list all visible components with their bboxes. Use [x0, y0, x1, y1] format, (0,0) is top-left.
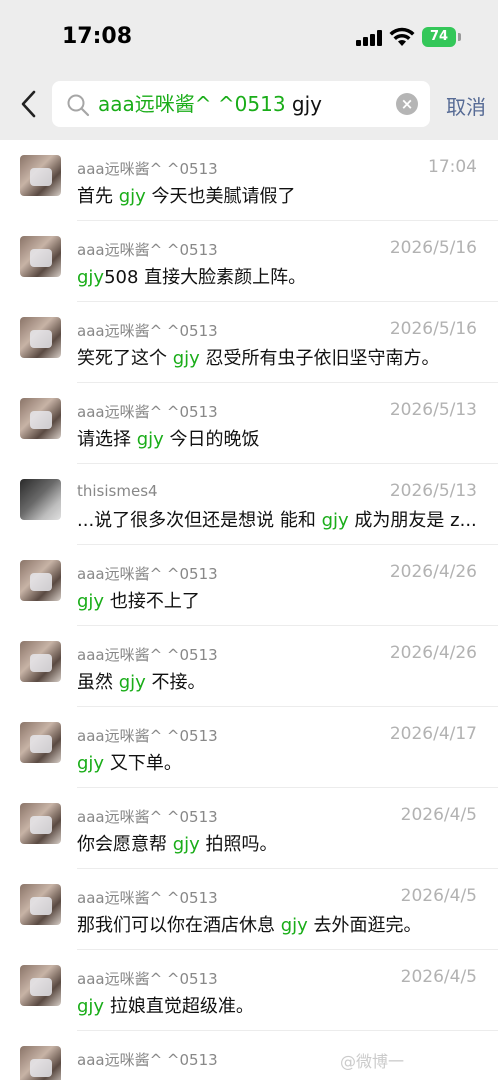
sender-name: thisismes4: [77, 482, 158, 500]
message-date: 2026/5/16: [389, 238, 477, 258]
message-snippet: 那我们可以你在酒店休息 gjy 去外面逛完。: [77, 915, 422, 936]
message-date: 2026/5/13: [389, 481, 477, 501]
sender-name: aaa远咪酱^ ^0513: [77, 403, 218, 421]
avatar: [20, 803, 61, 844]
clear-icon[interactable]: ×: [396, 93, 418, 115]
message-snippet: gjy 也接不上了: [77, 591, 200, 612]
sender-name: aaa远咪酱^ ^0513: [77, 970, 218, 988]
sender-name: aaa远咪酱^ ^0513: [77, 565, 218, 583]
message-date: 2026/4/5: [400, 886, 477, 906]
watermark: @微博一: [340, 1052, 405, 1071]
message-date: 2026/5/13: [389, 400, 477, 420]
status-bar: 17:08 74: [0, 0, 498, 74]
sender-name: aaa远咪酱^ ^0513: [77, 727, 218, 745]
search-query[interactable]: aaa远咪酱^ ^0513 gjy: [98, 92, 322, 116]
message-snippet: ...说了很多次但还是想说 能和 gjy 成为朋友是 z...: [77, 510, 477, 531]
avatar: [20, 722, 61, 763]
avatar: [20, 641, 61, 682]
sender-name: aaa远咪酱^ ^0513: [77, 808, 218, 826]
list-item[interactable]: aaa远咪酱^ ^0513 2026/4/5 你会愿意帮 gjy 拍照吗。: [0, 788, 498, 869]
avatar: [20, 560, 61, 601]
message-date: 17:04: [428, 157, 477, 177]
search-query-keyword: gjy: [285, 92, 322, 116]
list-item[interactable]: aaa远咪酱^ ^0513 2026/5/13 请选择 gjy 今日的晚饭: [0, 383, 498, 464]
list-item[interactable]: aaa远咪酱^ ^0513 2026/4/5 那我们可以你在酒店休息 gjy 去…: [0, 869, 498, 950]
message-date: 2026/5/16: [389, 319, 477, 339]
message-snippet: 请选择 gjy 今日的晚饭: [77, 429, 260, 450]
search-results-list: aaa远咪酱^ ^0513 17:04 首先 gjy 今天也美腻请假了 aaa远…: [0, 140, 498, 1080]
status-time: 17:08: [62, 24, 133, 49]
sender-name: aaa远咪酱^ ^0513: [77, 322, 218, 340]
message-date: 2026/4/5: [400, 805, 477, 825]
sender-name: aaa远咪酱^ ^0513: [77, 889, 218, 907]
avatar: [20, 884, 61, 925]
message-snippet: 你会愿意帮 gjy 拍照吗。: [77, 834, 278, 855]
list-item[interactable]: aaa远咪酱^ ^0513: [0, 1031, 498, 1080]
list-item[interactable]: aaa远咪酱^ ^0513 2026/4/5 gjy 拉娘直觉超级准。: [0, 950, 498, 1031]
list-item[interactable]: aaa远咪酱^ ^0513 17:04 首先 gjy 今天也美腻请假了: [0, 140, 498, 221]
list-item[interactable]: aaa远咪酱^ ^0513 2026/4/26 虽然 gjy 不接。: [0, 626, 498, 707]
battery-tip: [458, 33, 461, 41]
avatar: [20, 479, 61, 520]
message-snippet: 虽然 gjy 不接。: [77, 672, 206, 693]
sender-name: aaa远咪酱^ ^0513: [77, 1051, 218, 1069]
message-date: 2026/4/26: [389, 562, 477, 582]
list-item[interactable]: thisismes4 2026/5/13 ...说了很多次但还是想说 能和 gj…: [0, 464, 498, 545]
list-item[interactable]: aaa远咪酱^ ^0513 2026/5/16 笑死了这个 gjy 忍受所有虫子…: [0, 302, 498, 383]
avatar: [20, 317, 61, 358]
signal-icon: [356, 30, 382, 46]
wifi-icon: [389, 27, 415, 46]
back-arrow-icon[interactable]: [16, 89, 42, 119]
avatar: [20, 965, 61, 1006]
search-icon: [67, 94, 90, 117]
search-query-contact: aaa远咪酱^ ^0513: [98, 92, 286, 116]
battery-indicator: 74: [422, 27, 456, 47]
search-input[interactable]: aaa远咪酱^ ^0513 gjy ×: [52, 81, 430, 127]
avatar: [20, 398, 61, 439]
sender-name: aaa远咪酱^ ^0513: [77, 646, 218, 664]
message-snippet: 首先 gjy 今天也美腻请假了: [77, 186, 296, 207]
sender-name: aaa远咪酱^ ^0513: [77, 160, 218, 178]
list-item[interactable]: aaa远咪酱^ ^0513 2026/4/26 gjy 也接不上了: [0, 545, 498, 626]
list-item[interactable]: aaa远咪酱^ ^0513 2026/4/17 gjy 又下单。: [0, 707, 498, 788]
avatar: [20, 236, 61, 277]
message-snippet: 笑死了这个 gjy 忍受所有虫子依旧坚守南方。: [77, 348, 440, 369]
message-date: 2026/4/26: [389, 643, 477, 663]
message-snippet: gjy 拉娘直觉超级准。: [77, 996, 254, 1017]
sender-name: aaa远咪酱^ ^0513: [77, 241, 218, 259]
avatar: [20, 155, 61, 196]
avatar: [20, 1046, 61, 1080]
message-date: 2026/4/17: [389, 724, 477, 744]
cancel-button[interactable]: 取消: [446, 91, 486, 120]
message-snippet: gjy 又下单。: [77, 753, 182, 774]
list-item[interactable]: aaa远咪酱^ ^0513 2026/5/16 gjy508 直接大脸素颜上阵。: [0, 221, 498, 302]
message-snippet: gjy508 直接大脸素颜上阵。: [77, 267, 307, 288]
message-date: 2026/4/5: [400, 967, 477, 987]
